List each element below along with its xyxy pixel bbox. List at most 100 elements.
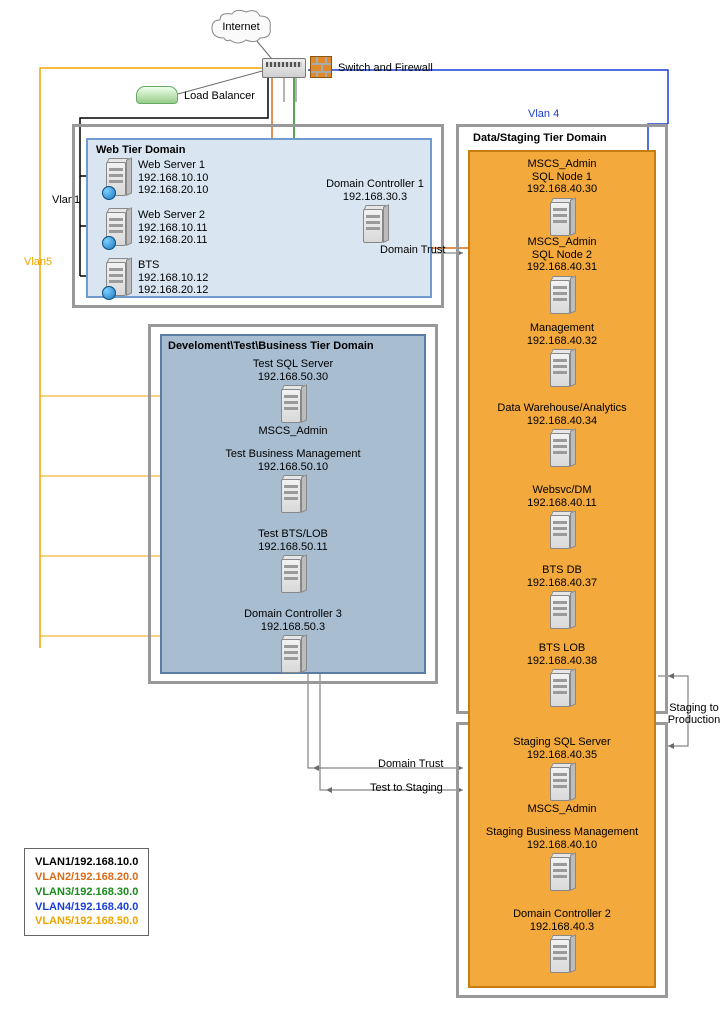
server-icon — [279, 635, 307, 675]
bts-db-server: BTS DB 192.168.40.37 — [480, 564, 644, 631]
test-business-management: Test Business Management 192.168.50.10 — [198, 448, 388, 515]
server-name: Domain Controller 2 — [480, 908, 644, 921]
management-server: Management 192.168.40.32 — [480, 322, 644, 389]
server-icon — [548, 763, 576, 803]
server-ip: 192.168.40.3 — [480, 921, 644, 934]
server-ip: 192.168.30.3 — [320, 191, 430, 204]
server-ip: 192.168.40.34 — [474, 415, 650, 428]
sql-node-1: MSCS_Admin SQL Node 1 192.168.40.30 — [480, 158, 644, 238]
data-warehouse-server: Data Warehouse/Analytics 192.168.40.34 — [474, 402, 650, 469]
server-name: Data Warehouse/Analytics — [474, 402, 650, 415]
server-ip: 192.168.20.11 — [138, 234, 208, 247]
legend-row: VLAN2/192.168.20.0 — [35, 870, 138, 885]
server-name: Web Server 2 — [138, 209, 208, 222]
dev-tier-title: Develoment\Test\Business Tier Domain — [168, 340, 374, 352]
server-name: Staging Business Management — [468, 826, 656, 839]
domain-trust-top-label: Domain Trust — [380, 244, 445, 256]
server-name: BTS — [138, 259, 208, 272]
server-sublabel: MSCS_Admin — [480, 803, 644, 816]
server-ip: 192.168.10.12 — [138, 272, 208, 285]
internet-label: Internet — [216, 21, 266, 33]
vlan-legend: VLAN1/192.168.10.0 VLAN2/192.168.20.0 VL… — [24, 848, 149, 936]
sql-node-2: MSCS_Admin SQL Node 2 192.168.40.31 — [480, 236, 644, 316]
server-name: SQL Node 1 — [480, 171, 644, 184]
staging-sql-server: Staging SQL Server 192.168.40.35 MSCS_Ad… — [480, 736, 644, 816]
globe-icon — [102, 286, 116, 300]
switch-firewall-label: Switch and Firewall — [338, 62, 433, 74]
server-icon — [548, 591, 576, 631]
staging-to-production-label: Staging to Production — [664, 702, 723, 726]
server-icon — [548, 669, 576, 709]
server-sublabel: MSCS_Admin — [208, 425, 378, 438]
server-ip: 192.168.50.11 — [218, 541, 368, 554]
websvc-dm-server: Websvc/DM 192.168.40.11 — [480, 484, 644, 551]
server-ip: 192.168.50.30 — [208, 371, 378, 384]
diagram-canvas: Internet Switch and Firewall Load Balanc… — [8, 8, 715, 1011]
server-icon — [548, 198, 576, 238]
server-name: Test Business Management — [198, 448, 388, 461]
legend-row: VLAN1/192.168.10.0 — [35, 855, 138, 870]
server-icon — [548, 511, 576, 551]
server-name: BTS DB — [480, 564, 644, 577]
server-sup: MSCS_Admin — [480, 158, 644, 171]
test-sql-server: Test SQL Server 192.168.50.30 MSCS_Admin — [208, 358, 378, 438]
server-ip: 192.168.40.35 — [480, 749, 644, 762]
server-icon — [104, 258, 132, 298]
test-to-staging-label: Test to Staging — [370, 782, 443, 794]
domain-controller-1: Domain Controller 1 192.168.30.3 — [320, 178, 430, 245]
server-ip: 192.168.10.11 — [138, 222, 208, 235]
legend-row: VLAN3/192.168.30.0 — [35, 885, 138, 900]
vlan4-label: Vlan 4 — [528, 108, 559, 120]
server-ip: 192.168.20.10 — [138, 184, 208, 197]
server-name: SQL Node 2 — [480, 249, 644, 262]
server-ip: 192.168.40.30 — [480, 183, 644, 196]
server-icon — [548, 276, 576, 316]
server-name: Management — [480, 322, 644, 335]
load-balancer-icon — [136, 86, 178, 104]
server-ip: 192.168.40.38 — [480, 655, 644, 668]
bts-lob-server: BTS LOB 192.168.40.38 — [480, 642, 644, 709]
switch-icon — [262, 58, 306, 78]
server-name: Websvc/DM — [480, 484, 644, 497]
server-ip: 192.168.40.31 — [480, 261, 644, 274]
web-bts: BTS 192.168.10.12 192.168.20.12 — [104, 258, 234, 298]
globe-icon — [102, 236, 116, 250]
server-icon — [361, 205, 389, 245]
server-name: Domain Controller 1 — [320, 178, 430, 191]
server-name: Web Server 1 — [138, 159, 208, 172]
web-server-1: Web Server 1 192.168.10.10 192.168.20.10 — [104, 158, 234, 198]
server-ip: 192.168.50.10 — [198, 461, 388, 474]
domain-trust-bottom-label: Domain Trust — [378, 758, 443, 770]
server-name: Domain Controller 3 — [208, 608, 378, 621]
server-sup: MSCS_Admin — [480, 236, 644, 249]
server-icon — [279, 385, 307, 425]
server-icon — [104, 208, 132, 248]
server-icon — [104, 158, 132, 198]
staging-business-management: Staging Business Management 192.168.40.1… — [468, 826, 656, 893]
test-bts-lob: Test BTS/LOB 192.168.50.11 — [218, 528, 368, 595]
server-icon — [279, 555, 307, 595]
server-ip: 192.168.40.11 — [480, 497, 644, 510]
server-name: BTS LOB — [480, 642, 644, 655]
domain-controller-2: Domain Controller 2 192.168.40.3 — [480, 908, 644, 975]
server-icon — [548, 349, 576, 389]
server-icon — [548, 935, 576, 975]
legend-row: VLAN4/192.168.40.0 — [35, 900, 138, 915]
server-icon — [548, 853, 576, 893]
load-balancer-label: Load Balancer — [184, 90, 255, 102]
server-ip: 192.168.40.32 — [480, 335, 644, 348]
server-ip: 192.168.10.10 — [138, 172, 208, 185]
domain-controller-3: Domain Controller 3 192.168.50.3 — [208, 608, 378, 675]
web-tier-title: Web Tier Domain — [96, 144, 185, 156]
server-name: Test BTS/LOB — [218, 528, 368, 541]
firewall-icon — [310, 56, 332, 78]
data-tier-title: Data/Staging Tier Domain — [473, 132, 607, 144]
server-icon — [279, 475, 307, 515]
server-ip: 192.168.40.10 — [468, 839, 656, 852]
server-name: Test SQL Server — [208, 358, 378, 371]
server-name: Staging SQL Server — [480, 736, 644, 749]
server-ip: 192.168.40.37 — [480, 577, 644, 590]
server-ip: 192.168.20.12 — [138, 284, 208, 297]
vlan5-label: Vlan5 — [24, 256, 52, 268]
server-ip: 192.168.50.3 — [208, 621, 378, 634]
